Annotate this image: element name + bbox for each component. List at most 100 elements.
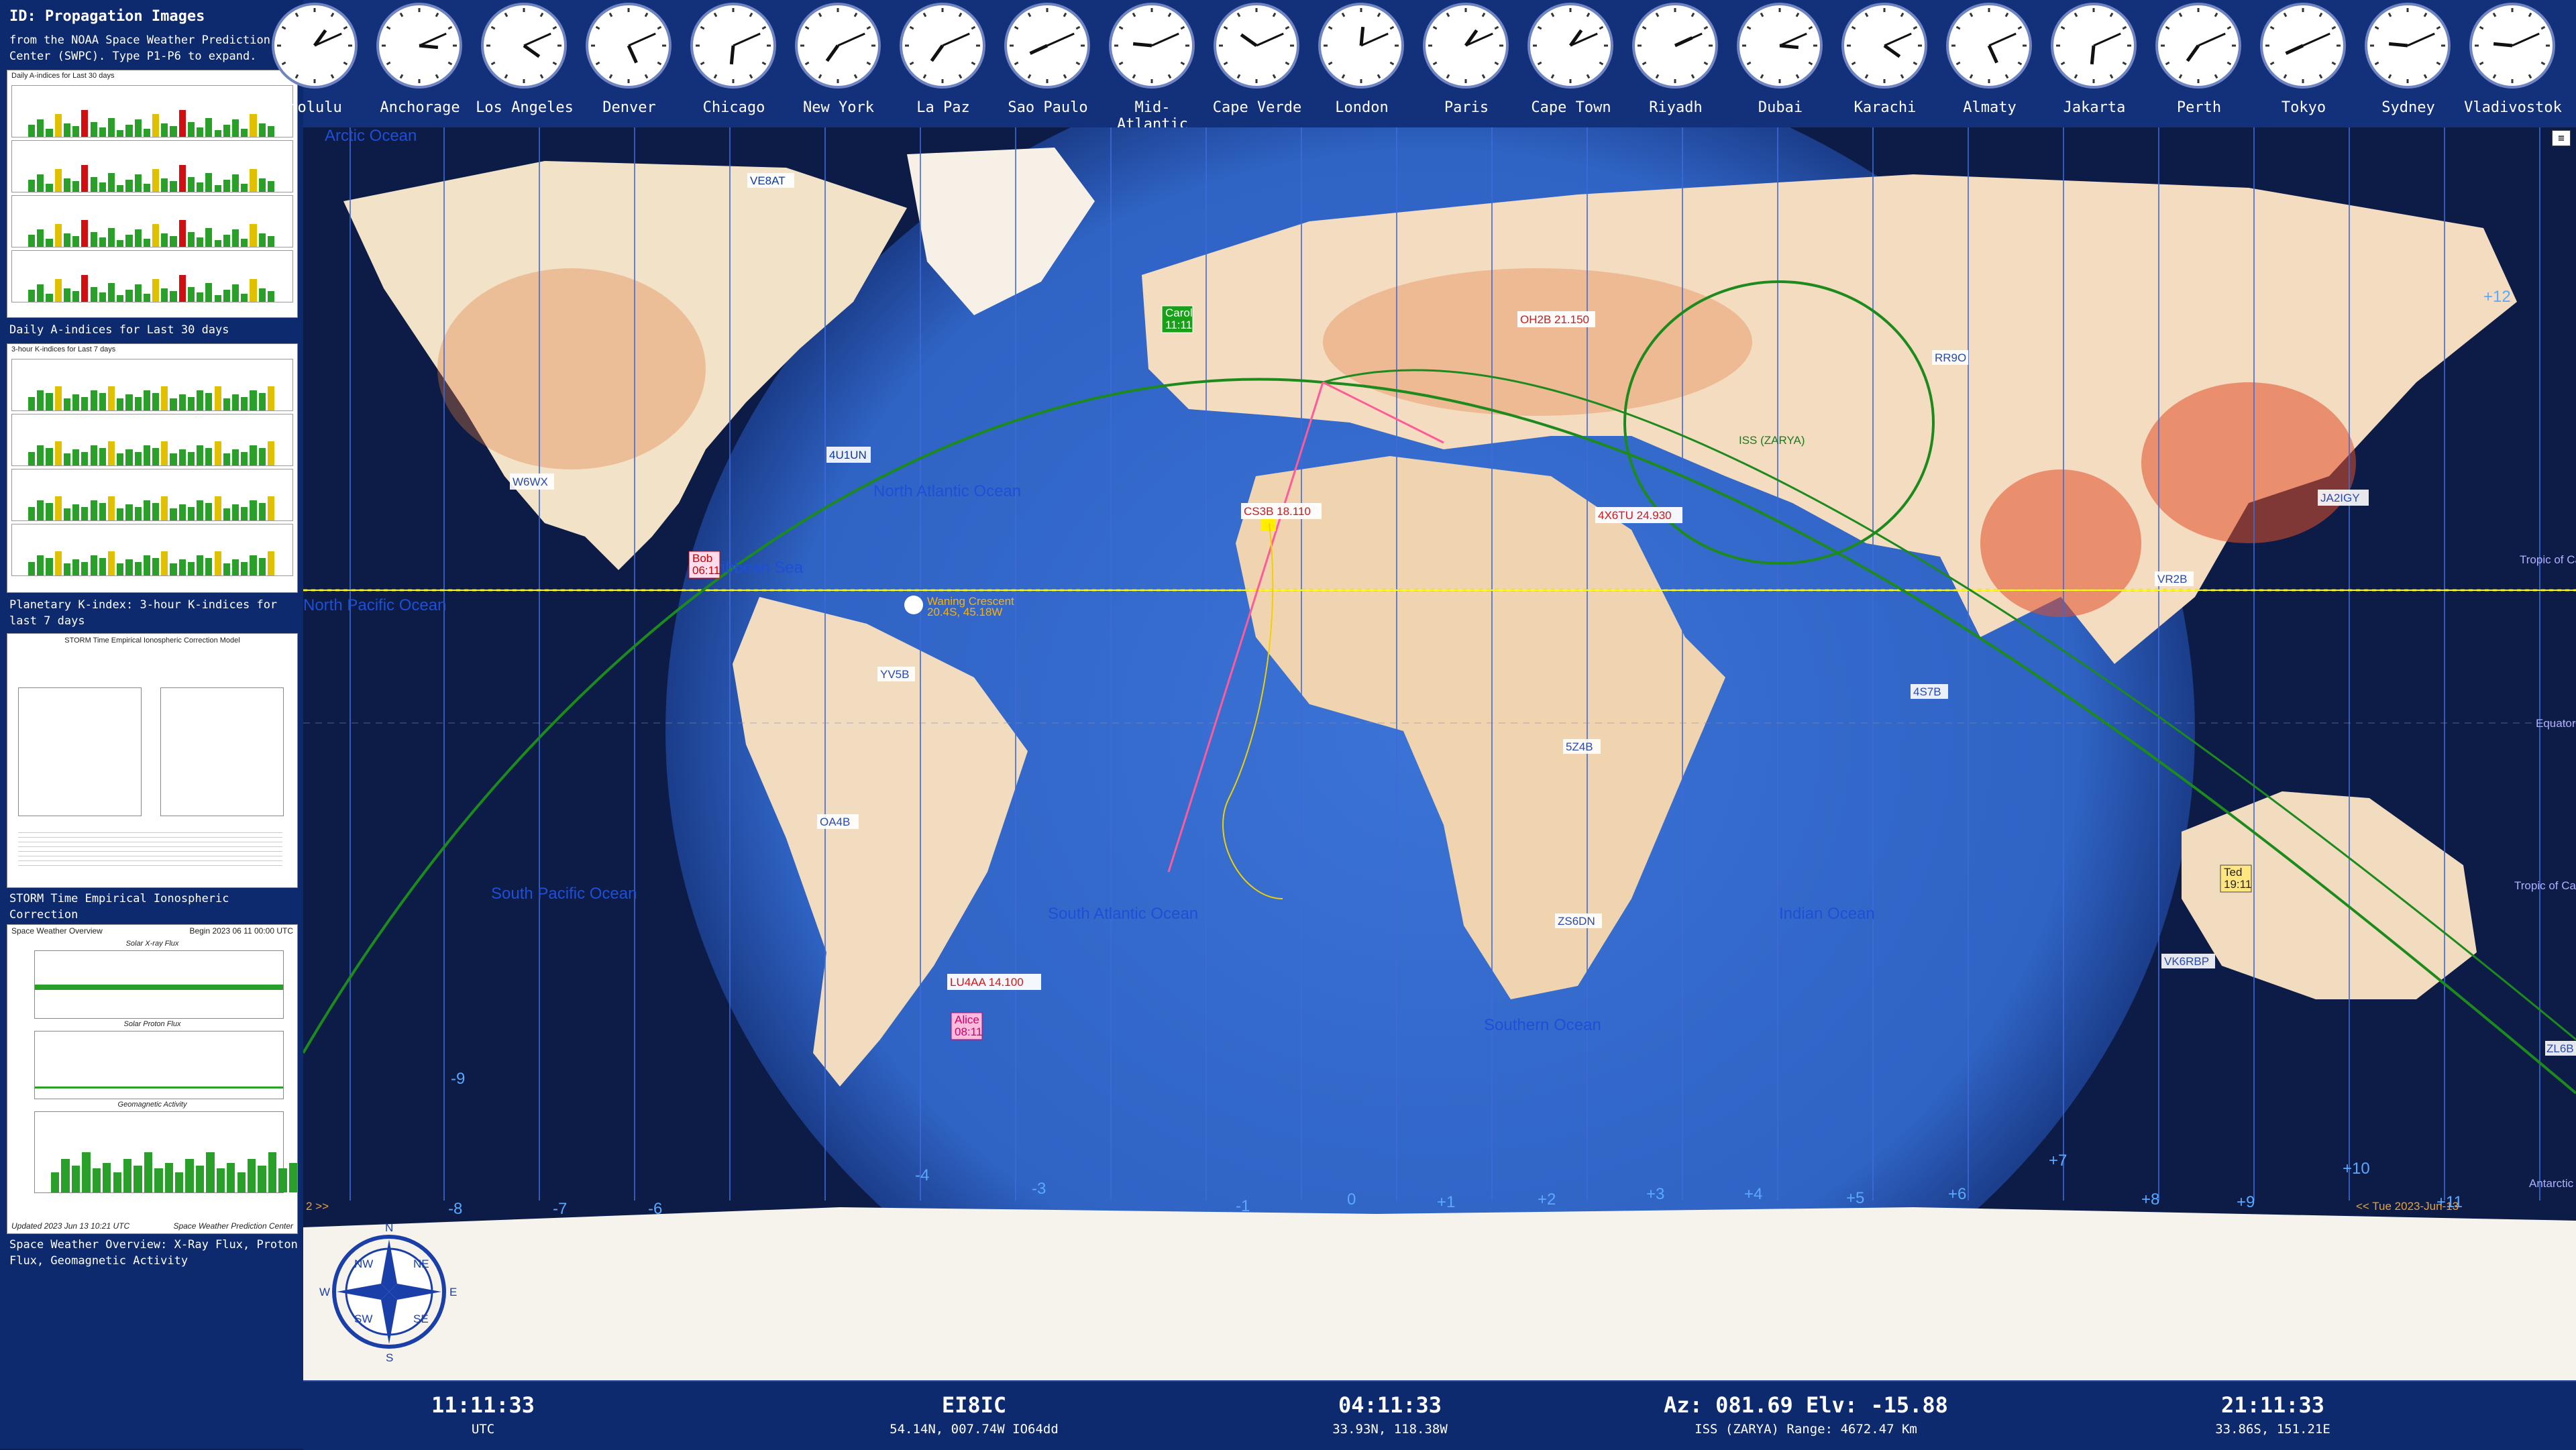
clock-face-icon xyxy=(900,3,985,89)
index-bar xyxy=(152,503,160,520)
world-clock[interactable]: Riyadh xyxy=(1623,0,1728,127)
index-bar xyxy=(72,449,80,465)
svg-text:CS3B 18.110: CS3B 18.110 xyxy=(1244,505,1311,518)
index-bar xyxy=(99,237,106,247)
clock-face-icon xyxy=(1946,3,2032,89)
index-bar xyxy=(187,287,195,302)
map-menu-button[interactable]: ≡ xyxy=(2552,130,2571,146)
dx-clock[interactable]: 04:11:33 33.93N, 118.38W xyxy=(1256,1392,1524,1437)
index-bar xyxy=(63,508,71,520)
index-bar xyxy=(170,291,177,302)
index-bar xyxy=(28,290,36,302)
world-clock[interactable]: Los Angeles xyxy=(472,0,577,127)
index-bar xyxy=(72,126,80,137)
world-clock[interactable]: Vladivostok xyxy=(2461,0,2565,127)
index-bar xyxy=(178,165,186,192)
index-bar xyxy=(81,562,89,575)
world-clock[interactable]: Paris xyxy=(1414,0,1519,127)
clock-face-icon xyxy=(1318,3,1404,89)
index-bar xyxy=(63,398,71,410)
clock-face-icon xyxy=(1632,3,1718,89)
world-clock[interactable]: La Paz xyxy=(891,0,996,127)
world-clock[interactable]: Denver xyxy=(577,0,682,127)
world-clock[interactable]: London xyxy=(1309,0,1414,127)
alice-marker: Alice08:11 xyxy=(951,1012,983,1040)
compass-letter: S xyxy=(386,1351,393,1364)
index-bar xyxy=(117,295,124,302)
a-index-chart[interactable]: Daily A-indices for Last 30 days xyxy=(7,70,298,318)
index-bar xyxy=(46,294,53,302)
index-bar xyxy=(113,1172,121,1192)
index-bar xyxy=(197,390,204,410)
index-bar xyxy=(214,441,221,465)
index-bar xyxy=(241,184,248,192)
index-bar xyxy=(72,236,80,247)
world-clock[interactable]: Almaty xyxy=(1937,0,2042,127)
satellite-info[interactable]: Az: 081.69 Elv: -15.88 ISS (ZARYA) Range… xyxy=(1605,1392,2007,1437)
clock-city-label: Almaty xyxy=(1963,99,2017,116)
world-clock[interactable]: nolulu xyxy=(263,0,368,127)
index-bar xyxy=(143,239,150,247)
clock-city-label: Riyadh xyxy=(1649,99,1703,116)
index-bar xyxy=(63,453,71,465)
de-info[interactable]: EI8IC 54.14N, 007.74W IO64dd xyxy=(826,1392,1122,1437)
index-bar xyxy=(125,504,133,520)
index-bar xyxy=(143,390,150,410)
index-bar xyxy=(161,386,168,410)
right-clock[interactable]: 21:11:33 33.86S, 151.21E xyxy=(2139,1392,2407,1437)
index-bar xyxy=(178,559,186,575)
clock-city-label: Dubai xyxy=(1758,99,1803,116)
world-clock[interactable]: New York xyxy=(786,0,891,127)
index-bar xyxy=(170,181,177,192)
space-weather-chart[interactable]: Space Weather Overview Begin 2023 06 11 … xyxy=(7,924,298,1234)
index-bar xyxy=(99,558,106,575)
index-bar xyxy=(223,563,230,575)
index-bar xyxy=(107,173,115,192)
k-index-chart[interactable]: 3-hour K-indices for Last 7 days xyxy=(7,343,298,593)
clock-face-icon xyxy=(2051,3,2137,89)
iss-label: ISS (ZARYA) xyxy=(1739,434,1805,447)
world-clock[interactable]: Perth xyxy=(2147,0,2251,127)
compass-letter: W xyxy=(319,1286,330,1298)
index-bar xyxy=(117,185,124,192)
index-bar xyxy=(107,551,115,575)
tz-offset: 0 xyxy=(1347,1190,1356,1209)
world-clock[interactable]: Anchorage xyxy=(368,0,472,127)
index-bar xyxy=(161,178,168,192)
clock-city-label: Paris xyxy=(1444,99,1489,116)
index-bar xyxy=(241,239,248,247)
world-clock[interactable]: Cape Town xyxy=(1519,0,1623,127)
world-clock[interactable]: Karachi xyxy=(1833,0,1937,127)
index-bar xyxy=(82,1152,91,1192)
world-clock[interactable]: Sao Paulo xyxy=(996,0,1100,127)
moon-position: 20.4S, 45.18W xyxy=(927,606,1002,618)
world-clock[interactable]: Cape Verde xyxy=(1205,0,1309,127)
index-bar xyxy=(231,504,239,520)
index-bar xyxy=(61,1159,70,1192)
index-bar xyxy=(152,169,160,192)
storm-chart[interactable]: STORM Time Empirical Ionospheric Correct… xyxy=(7,633,298,888)
index-bar xyxy=(46,129,53,137)
index-bar xyxy=(90,555,97,575)
index-bar xyxy=(152,279,160,302)
world-clock[interactable]: Mid-Atlantic xyxy=(1100,0,1205,133)
world-map[interactable]: Arctic Ocean North Atlantic Ocean Caribb… xyxy=(303,127,2576,1380)
clock-face-icon xyxy=(1109,3,1195,89)
index-bar xyxy=(152,393,160,410)
world-clock[interactable]: Dubai xyxy=(1728,0,1833,127)
world-clock[interactable]: Chicago xyxy=(682,0,786,127)
index-bar xyxy=(267,441,274,465)
world-clock[interactable]: Sydney xyxy=(2356,0,2461,127)
index-bar xyxy=(161,233,168,247)
index-bar xyxy=(63,563,71,575)
dx-time: 04:11:33 xyxy=(1338,1392,1442,1418)
world-clock[interactable]: Tokyo xyxy=(2251,0,2356,127)
svg-text:Bob: Bob xyxy=(692,552,712,565)
clock-city-label: Sydney xyxy=(2381,99,2435,116)
heat-region xyxy=(1980,469,2141,617)
index-bar xyxy=(143,129,150,137)
index-bar xyxy=(90,177,97,192)
index-bar xyxy=(170,236,177,247)
world-clock[interactable]: Jakarta xyxy=(2042,0,2147,127)
storm-chart-header: STORM Time Empirical Ionospheric Correct… xyxy=(64,636,240,645)
